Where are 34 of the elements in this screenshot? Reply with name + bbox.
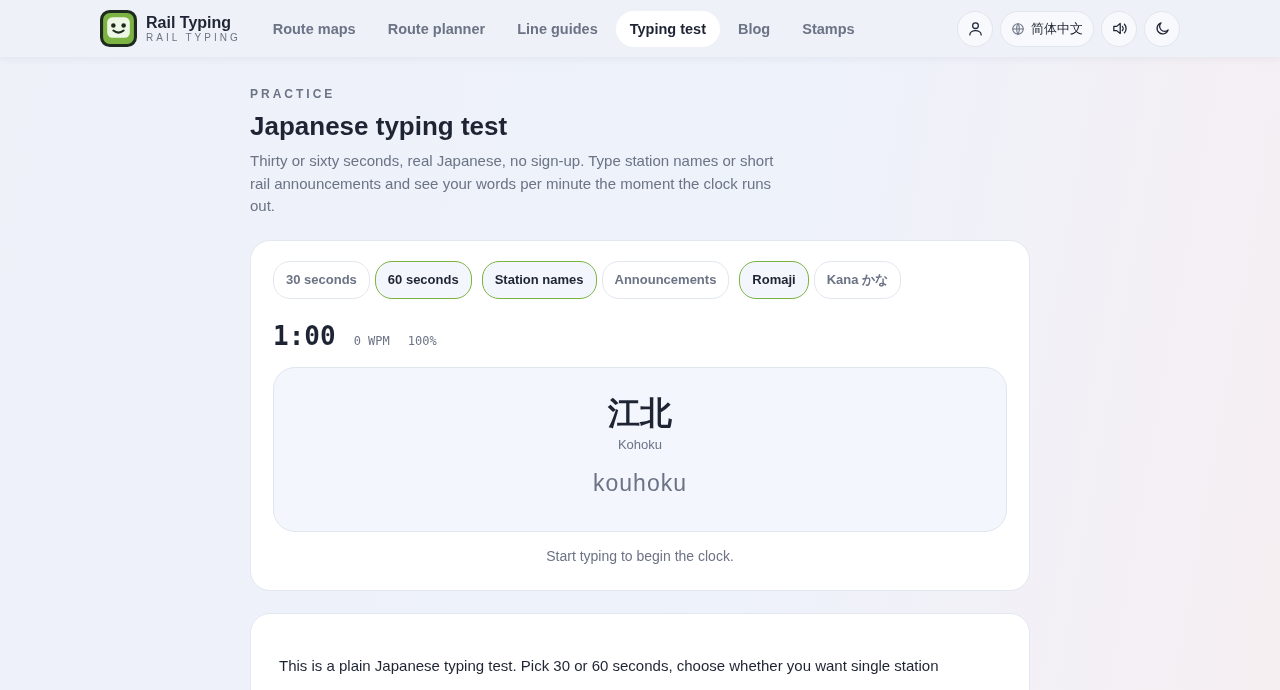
accuracy-stat: 100% [407, 333, 437, 348]
option-chip[interactable]: Station names [481, 260, 597, 299]
article-paragraph: This is a plain Japanese typing test. Pick 30 or 60 seconds, choose whether you want single station [279, 655, 940, 676]
nav-link[interactable]: Stamps [788, 10, 869, 47]
globe-icon [1011, 21, 1025, 36]
theme-button[interactable] [1144, 10, 1180, 47]
option-chip[interactable]: Romaji [739, 260, 809, 299]
page-title: Japanese typing test [250, 111, 509, 142]
station-kanji: 江北 [608, 394, 672, 431]
account-button[interactable] [957, 10, 993, 47]
timer: 1:00 [273, 320, 336, 351]
brand-name: Rail Typing [146, 14, 233, 31]
nav-link[interactable]: Route maps [258, 10, 370, 47]
section-label: PRACTICE [250, 87, 337, 101]
language-button[interactable]: 简体中文 [1000, 10, 1094, 47]
nav-link[interactable]: Blog [724, 10, 785, 47]
option-chip[interactable]: Announcements [601, 260, 730, 299]
nav-link[interactable]: Route planner [373, 10, 500, 47]
brand-subtitle: RAIL TYPING [146, 32, 241, 43]
moon-icon [1153, 20, 1171, 37]
option-chip[interactable]: 30 seconds [273, 260, 370, 299]
wpm-stat: 0 WPM [353, 333, 390, 348]
option-chip[interactable]: Kana かな [813, 260, 902, 299]
speaker-icon [1110, 20, 1128, 37]
sound-button[interactable] [1101, 10, 1137, 47]
station-reading: Kohoku [617, 436, 663, 452]
nav-link[interactable]: Typing test [615, 10, 720, 47]
nav-link[interactable]: Line guides [503, 10, 612, 47]
romaji-prompt: kouhoku [593, 469, 687, 497]
person-icon [966, 20, 984, 37]
page-description: Thirty or sixty seconds, real Japanese, no sign-up. Type station names or short rail announcements and see your words per minute the moment the clock runs out. [250, 151, 775, 216]
logo-icon [100, 10, 137, 47]
hint-text: Start typing to begin the clock. [545, 547, 735, 564]
option-chip[interactable]: 60 seconds [374, 260, 472, 299]
